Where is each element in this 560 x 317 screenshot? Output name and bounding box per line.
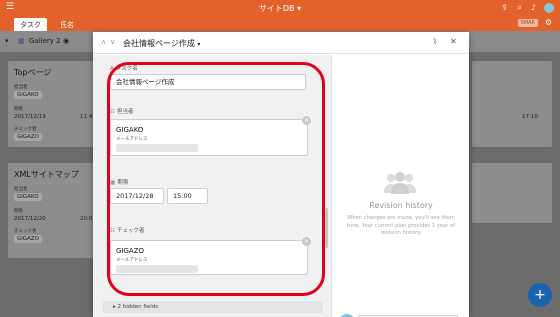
- link-field-icon: ☷: [110, 109, 115, 115]
- scrollbar[interactable]: [325, 208, 328, 248]
- card-title: Topページ: [14, 68, 52, 77]
- card-label: 期限: [14, 107, 23, 112]
- card-chip: GIGAZO: [14, 235, 43, 243]
- card-label: 担当者: [14, 187, 28, 192]
- card-date: 2017/12/20: [14, 216, 46, 222]
- gallery-card[interactable]: 17:10: [472, 61, 552, 147]
- revision-description: When changes are made, you'll see them h…: [347, 215, 455, 236]
- remove-icon[interactable]: ✕: [302, 237, 311, 246]
- field-label-checker: ☷ チェック者: [110, 228, 145, 234]
- revision-title: Revision history: [369, 201, 433, 210]
- chevron-down-icon[interactable]: ▾: [5, 37, 9, 45]
- card-label: 期限: [14, 209, 23, 214]
- gear-icon[interactable]: ⚙: [545, 18, 552, 27]
- tab-bar: タスク 氏名: [0, 16, 560, 31]
- card-time: 20:0: [80, 216, 93, 222]
- checker-record-card[interactable]: GIGAZO メールアドレス ✕: [110, 237, 311, 275]
- fields-pane: A タスク名 会社情報ページ作成 ☷ 担当者 GIGAKO メールアドレス ✕ ▦ 期…: [93, 55, 331, 317]
- view-name[interactable]: Gallery 2: [29, 37, 61, 45]
- avatar[interactable]: [544, 3, 554, 13]
- field-label-due: ▦ 期限: [110, 180, 129, 186]
- card-title: XMLサイトマップ: [14, 170, 79, 179]
- assignee-name: GIGAKO: [116, 126, 144, 134]
- rss-icon[interactable]: ⌇: [433, 37, 437, 46]
- card-chip: GIGAKO: [14, 193, 42, 201]
- card-date: 2017/12/19: [14, 114, 46, 120]
- checker-name: GIGAZO: [116, 247, 145, 255]
- remove-icon[interactable]: ✕: [302, 116, 311, 125]
- card-label: 担当者: [14, 85, 28, 90]
- plan-badge: SMAR: [517, 19, 538, 27]
- due-time-input[interactable]: 15:00: [167, 188, 208, 204]
- chevron-up-icon[interactable]: ∧: [101, 38, 106, 46]
- text-field-icon: A: [110, 66, 114, 72]
- tab-task[interactable]: タスク: [14, 18, 47, 31]
- calendar-icon: ▦: [110, 180, 116, 186]
- card-chip: GIGAKO: [14, 91, 42, 99]
- card-label: チェック者: [14, 229, 37, 234]
- task-name-input[interactable]: 会社情報ページ作成: [110, 74, 306, 90]
- bell-icon[interactable]: ♪: [531, 3, 536, 12]
- due-date-input[interactable]: 2017/12/28: [110, 188, 164, 204]
- close-icon[interactable]: ✕: [450, 37, 457, 46]
- revision-pane: Revision history When changes are made, …: [331, 55, 469, 317]
- field-label-assignee: ☷ 担当者: [110, 109, 134, 115]
- card-label: チェック者: [14, 127, 37, 132]
- tab-name[interactable]: 氏名: [54, 18, 80, 31]
- eye-icon[interactable]: ◉: [63, 37, 69, 45]
- checker-email-value: [116, 265, 198, 273]
- checker-email-label: メールアドレス: [116, 258, 148, 263]
- assignee-record-card[interactable]: GIGAKO メールアドレス ✕: [110, 116, 311, 156]
- field-label-task-name: A タスク名: [110, 66, 138, 72]
- record-title[interactable]: 会社情報ページ作成 ▾: [123, 38, 200, 49]
- gallery-card[interactable]: [472, 163, 552, 223]
- people-icon: [384, 172, 416, 194]
- link-field-icon: ☷: [110, 228, 115, 234]
- top-bar: ☰ サイトDB ▾ ⇪ ⌕ ♪: [0, 0, 560, 16]
- app-title[interactable]: サイトDB ▾: [0, 3, 560, 14]
- search-icon[interactable]: ⌕: [518, 3, 522, 13]
- chevron-down-icon[interactable]: ∨: [110, 38, 115, 46]
- assignee-email-value: [116, 144, 198, 152]
- caret-right-icon: ▸: [113, 304, 116, 310]
- card-time: 11:4: [80, 114, 93, 120]
- share-icon[interactable]: ⇪: [501, 3, 508, 12]
- modal-header: ∧ ∨ 会社情報ページ作成 ▾ ⌇ ✕: [93, 32, 469, 54]
- hidden-fields-toggle[interactable]: ▸ 2 hidden fields: [103, 301, 323, 313]
- add-record-button[interactable]: +: [528, 283, 552, 307]
- assignee-email-label: メールアドレス: [116, 137, 148, 142]
- record-modal: ∧ ∨ 会社情報ページ作成 ▾ ⌇ ✕ A タスク名 会社情報ページ作成 ☷ 担当者…: [93, 32, 469, 317]
- gallery-icon: ▦: [18, 37, 25, 45]
- card-chip: GIGAZO: [14, 133, 43, 141]
- card-time: 17:10: [522, 114, 538, 120]
